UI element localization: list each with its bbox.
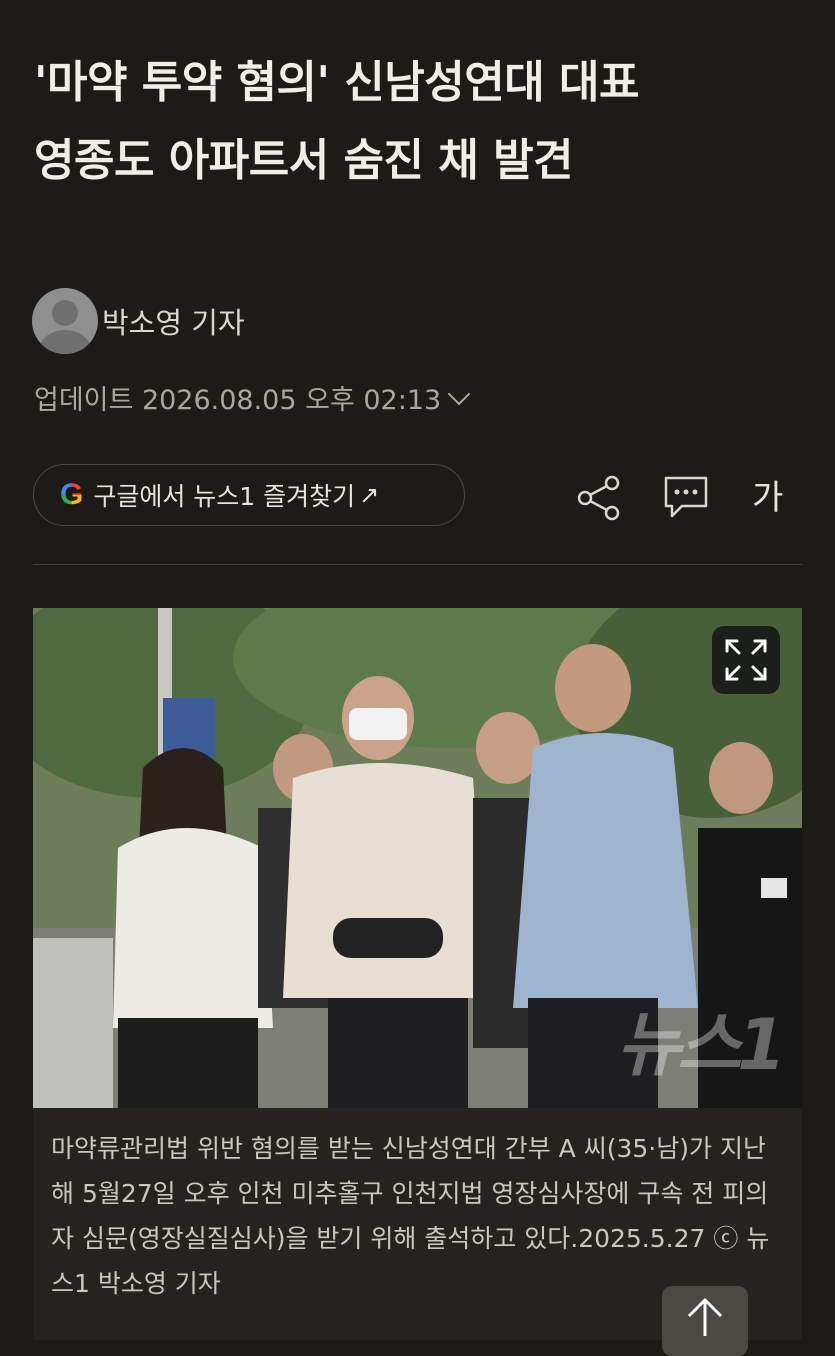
headline-line-2: 영종도 아파트서 숨진 채 발견 bbox=[34, 135, 574, 186]
font-size-button[interactable]: 가 bbox=[752, 470, 783, 519]
news1-watermark: 뉴스1 bbox=[616, 1004, 786, 1086]
share-icon[interactable] bbox=[576, 474, 622, 522]
scroll-to-top-button[interactable] bbox=[662, 1286, 748, 1356]
expand-icon[interactable] bbox=[712, 626, 780, 694]
reporter-name[interactable]: 박소영 기자 bbox=[102, 300, 245, 342]
update-timestamp-toggle[interactable]: 업데이트 2026.08.05 오후 02:13 bbox=[34, 378, 471, 417]
article-photo[interactable]: 뉴스1 bbox=[33, 608, 802, 1108]
google-favorite-label: 구글에서 뉴스1 즐겨찾기 bbox=[93, 482, 356, 511]
update-timestamp: 업데이트 2026.08.05 오후 02:13 bbox=[34, 385, 442, 416]
byline[interactable]: 박소영 기자 bbox=[32, 288, 245, 354]
chevron-down-icon bbox=[447, 382, 471, 405]
google-logo-icon: G bbox=[60, 478, 84, 511]
headline-line-1: '마약 투약 혐의' 신남성연대 대표 bbox=[34, 57, 639, 108]
divider bbox=[33, 564, 802, 565]
arrow-up-icon bbox=[687, 1297, 723, 1336]
comment-icon[interactable] bbox=[662, 474, 710, 520]
reporter-avatar[interactable] bbox=[32, 288, 98, 354]
google-favorite-button[interactable]: G 구글에서 뉴스1 즐겨찾기 ↗ bbox=[33, 464, 465, 526]
external-link-icon: ↗ bbox=[359, 481, 380, 509]
article-headline: '마약 투약 혐의' 신남성연대 대표 영종도 아파트서 숨진 채 발견 bbox=[34, 44, 804, 200]
